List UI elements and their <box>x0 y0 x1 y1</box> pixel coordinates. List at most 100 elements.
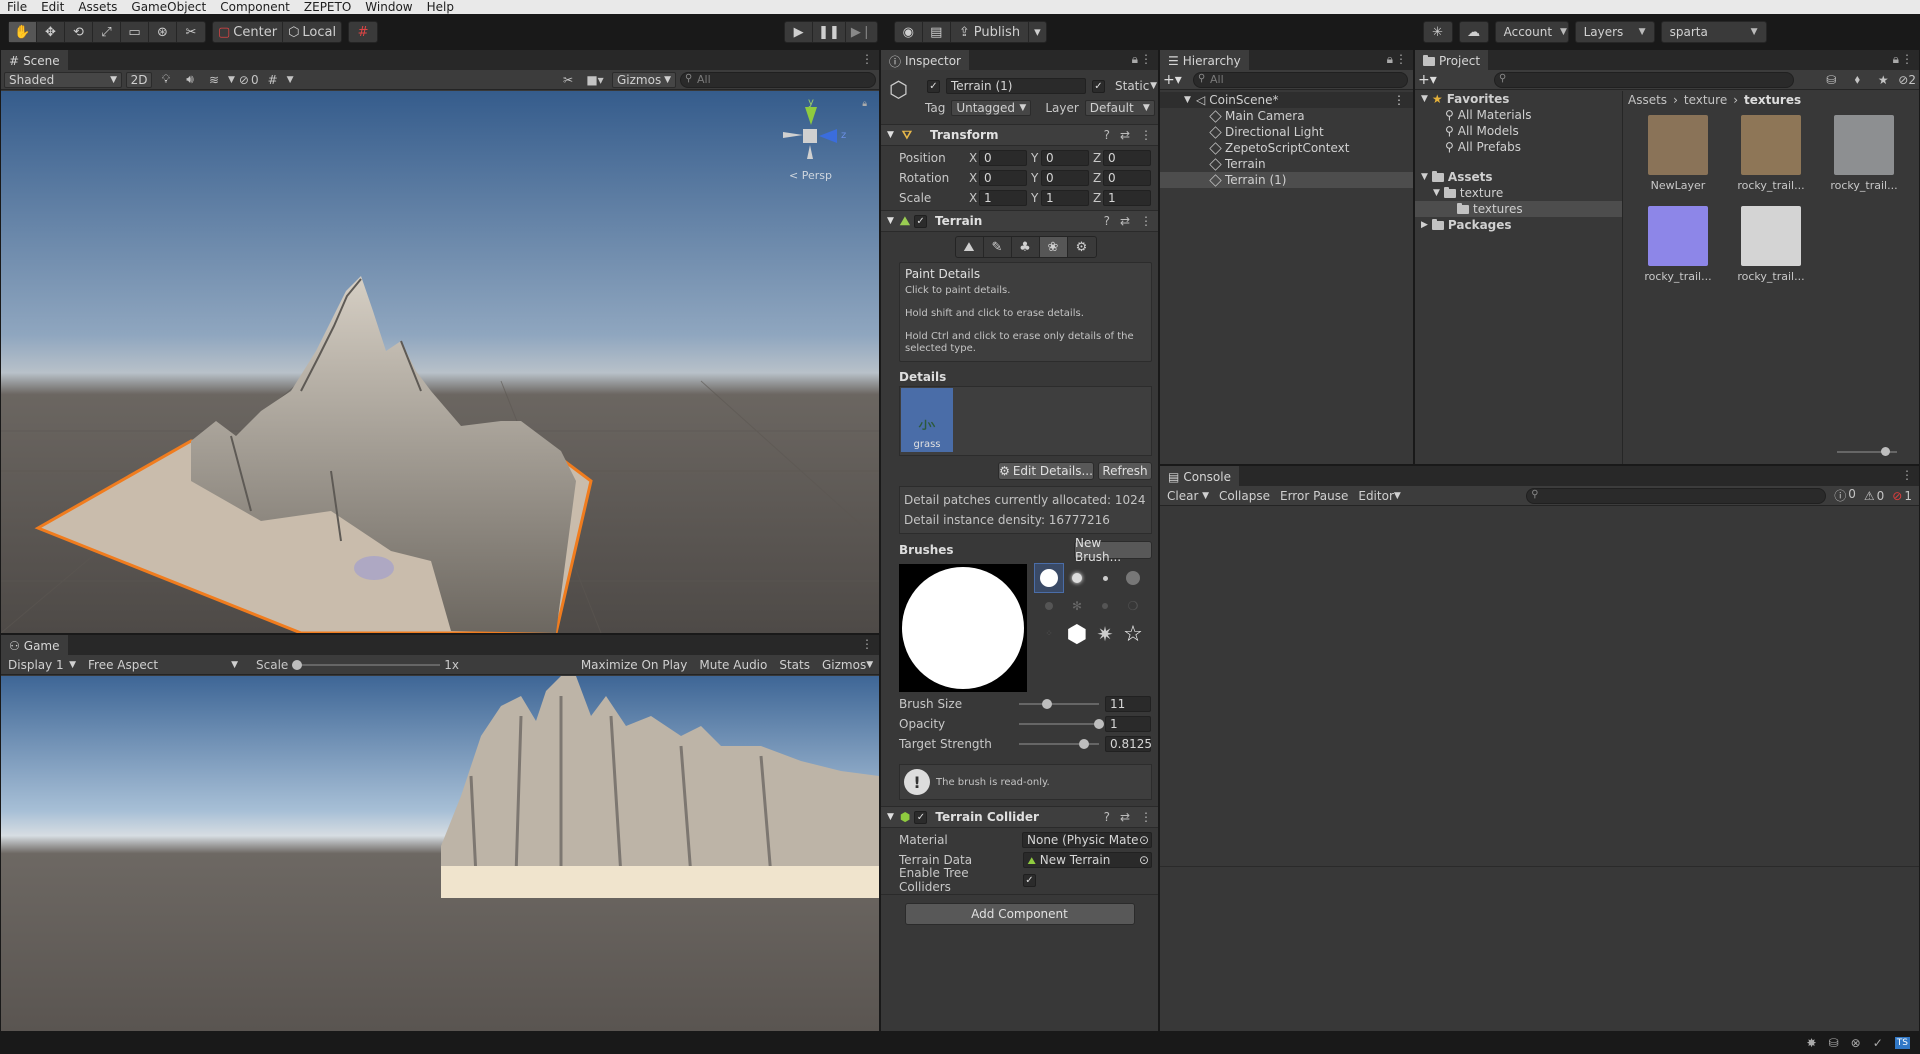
error-pause-toggle[interactable]: Error Pause <box>1276 488 1352 504</box>
shading-mode-dropdown[interactable]: Shaded ▼ <box>4 71 122 88</box>
brush-star[interactable]: ☆ <box>1119 620 1147 648</box>
filter-type-icon[interactable]: ⛁ <box>1820 73 1842 87</box>
hand-tool-icon[interactable]: ✋ <box>9 22 37 42</box>
breadcrumb-textures[interactable]: textures <box>1744 93 1801 107</box>
clear-dropdown[interactable]: Clear ▼ <box>1163 488 1213 504</box>
target-strength-knob[interactable] <box>1079 739 1089 749</box>
hierarchy-search-input[interactable]: All <box>1193 71 1408 88</box>
breadcrumb-assets[interactable]: Assets <box>1628 93 1667 107</box>
bake-icon[interactable]: ⛁ <box>1829 1036 1839 1050</box>
raise-terrain-icon[interactable]: ⛰ <box>956 237 984 257</box>
thumbnail-size-slider[interactable] <box>1837 446 1897 458</box>
menu-component[interactable]: Component <box>213 0 297 14</box>
preset-icon[interactable]: ⇄ <box>1120 810 1130 824</box>
help-icon[interactable]: ? <box>1104 810 1110 824</box>
display-dropdown[interactable]: Display 1 ▼ <box>4 657 80 673</box>
texture-folder-item[interactable]: ▼ texture <box>1415 185 1622 201</box>
favorite-all-models[interactable]: ⚲ All Models <box>1415 123 1622 139</box>
add-icon[interactable]: +▾ <box>1163 72 1189 88</box>
refresh-button[interactable]: Refresh <box>1098 462 1152 480</box>
warning-count-toggle[interactable]: ⚠ 0 <box>1864 489 1884 503</box>
collab-icon[interactable]: ✳ <box>1424 22 1452 42</box>
custom-tool-icon[interactable]: ✂ <box>177 22 205 42</box>
more-icon[interactable]: ⋮ <box>1140 128 1152 142</box>
tag-dropdown[interactable]: Untagged ▼ <box>951 100 1032 116</box>
info-count-toggle[interactable]: ⓘ 0 <box>1834 487 1856 504</box>
rotation-x-field[interactable]: 0 <box>979 170 1027 186</box>
more-icon[interactable]: ⋮ <box>861 637 873 651</box>
asset-thumbnail[interactable]: rocky_trail... <box>1731 115 1811 192</box>
camera-icon[interactable]: ■▾ <box>582 73 608 87</box>
rect-tool-icon[interactable]: ▭ <box>121 22 149 42</box>
brush-faint[interactable] <box>1035 592 1063 620</box>
brush-circle-soft[interactable] <box>1063 564 1091 592</box>
scene-search-input[interactable]: All <box>680 71 876 88</box>
publish-button[interactable]: ⇪ Publish <box>951 22 1030 42</box>
stats-toggle[interactable]: Stats <box>775 657 814 673</box>
rotate-tool-icon[interactable]: ⟲ <box>65 22 93 42</box>
console-log-list[interactable] <box>1160 507 1919 867</box>
breadcrumb-texture[interactable]: texture <box>1684 93 1727 107</box>
console-detail-area[interactable] <box>1160 868 1919 1031</box>
tab-project[interactable]: Project <box>1415 50 1489 70</box>
pivot-local-button[interactable]: ⬡ Local <box>283 22 341 42</box>
effects-icon[interactable]: ≋ <box>204 73 224 87</box>
layout-dropdown[interactable]: sparta ▼ <box>1660 21 1767 43</box>
more-icon[interactable]: ⋮ <box>1395 52 1407 66</box>
hierarchy-item-directional-light[interactable]: Directional Light <box>1160 124 1413 140</box>
zepeto-icon[interactable]: ◉ <box>895 22 923 42</box>
editor-dropdown[interactable]: Editor ▼ <box>1354 488 1402 504</box>
brush-size-knob[interactable] <box>1042 699 1052 709</box>
object-picker-icon[interactable]: ⊙ <box>1139 853 1149 867</box>
edit-details-button[interactable]: ⚙ Edit Details... <box>998 462 1094 480</box>
scale-y-field[interactable]: 1 <box>1041 190 1089 206</box>
terrain-enabled-checkbox[interactable]: ✓ <box>914 214 928 228</box>
help-icon[interactable]: ? <box>1104 128 1110 142</box>
scale-z-field[interactable]: 1 <box>1103 190 1151 206</box>
detail-item-grass[interactable]: ⺗ grass <box>901 388 953 452</box>
tree-colliders-checkbox[interactable]: ✓ <box>1023 873 1036 887</box>
target-strength-field[interactable]: 0.8125 <box>1105 736 1152 752</box>
project-search-input[interactable] <box>1494 71 1794 88</box>
error-count-toggle[interactable]: ⊘ 1 <box>1892 489 1912 503</box>
more-icon[interactable]: ⋮ <box>1140 52 1152 66</box>
lock-icon[interactable]: 🔒︎ <box>862 99 867 109</box>
tab-scene[interactable]: # Scene <box>1 50 68 70</box>
inspector-lock-icon[interactable]: 🔒︎ <box>1132 52 1138 67</box>
check-icon[interactable]: ✓ <box>1873 1036 1883 1050</box>
account-dropdown[interactable]: Account ▼ <box>1494 21 1569 43</box>
hierarchy-item-terrain[interactable]: Terrain <box>1160 156 1413 172</box>
pivot-center-button[interactable]: ▢ Center <box>213 22 284 42</box>
active-checkbox[interactable]: ✓ <box>927 79 940 93</box>
hidden-packages-toggle[interactable]: ⊘ 2 <box>1898 73 1916 87</box>
favorites-item[interactable]: ▼ ★ Favorites <box>1415 91 1622 107</box>
brush-star-soft[interactable]: ✷ <box>1091 620 1119 648</box>
pause-icon[interactable]: ❚❚ <box>813 22 846 42</box>
transform-tool-icon[interactable]: ⊛ <box>149 22 177 42</box>
brush-speck[interactable] <box>1091 592 1119 620</box>
layers-dropdown[interactable]: Layers ▼ <box>1574 21 1655 43</box>
position-z-field[interactable]: 0 <box>1103 150 1151 166</box>
asset-thumbnail[interactable]: rocky_trail... <box>1731 206 1811 283</box>
material-field[interactable]: None (Physic Mater ⊙ <box>1022 832 1152 848</box>
menu-file[interactable]: File <box>0 0 34 14</box>
hierarchy-item-main-camera[interactable]: Main Camera <box>1160 108 1413 124</box>
more-icon[interactable]: ⋮ <box>1140 214 1152 228</box>
favorite-star-icon[interactable]: ★ <box>1872 73 1894 87</box>
brush-splatter[interactable]: ✻ <box>1063 592 1091 620</box>
scale-tool-icon[interactable]: ⤢ <box>93 22 121 42</box>
brush-cloud[interactable]: ❍ <box>1119 592 1147 620</box>
tab-game[interactable]: ⚇ Game <box>1 635 68 655</box>
paint-trees-icon[interactable]: ♣ <box>1012 237 1040 257</box>
object-picker-icon[interactable]: ⊙ <box>1139 833 1149 847</box>
menu-edit[interactable]: Edit <box>34 0 71 14</box>
brush-size-field[interactable]: 11 <box>1105 696 1151 712</box>
network-icon[interactable]: ⊗ <box>1851 1036 1861 1050</box>
brush-hexagon[interactable]: ⬢ <box>1063 620 1091 648</box>
brush-circle-hard[interactable] <box>1034 563 1064 593</box>
menu-window[interactable]: Window <box>358 0 419 14</box>
scale-x-field[interactable]: 1 <box>979 190 1027 206</box>
tab-inspector[interactable]: ⓘ Inspector <box>881 50 969 70</box>
add-component-button[interactable]: Add Component <box>904 903 1135 925</box>
tools-icon[interactable]: ✂ <box>558 73 578 87</box>
